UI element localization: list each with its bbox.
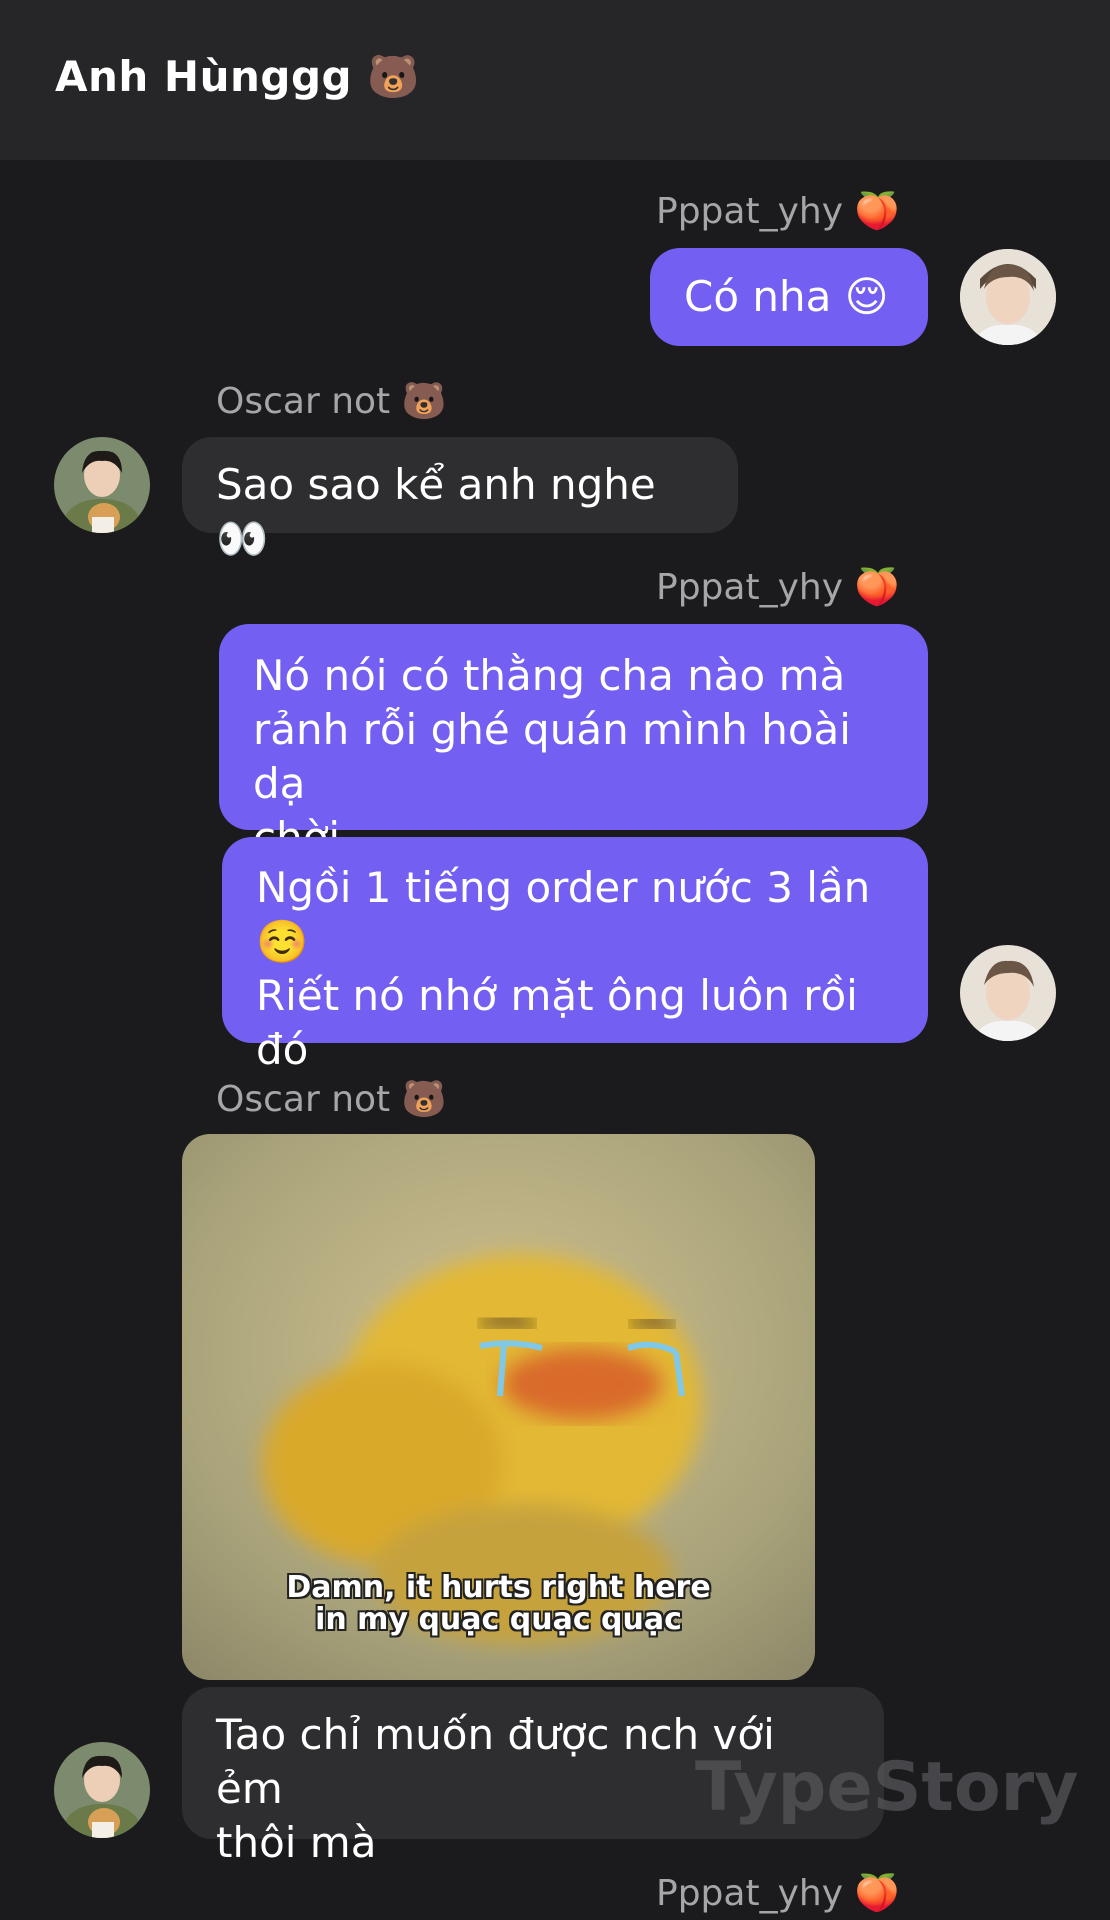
message-text: Ngồi 1 tiếng order nước 3 lần ☺️ Riết nó… bbox=[256, 863, 871, 1074]
message-text: Có nha 😌 bbox=[684, 272, 889, 321]
message-bubble-incoming[interactable]: Sao sao kể anh nghe👀 bbox=[182, 437, 738, 563]
message-bubble-outgoing[interactable]: Có nha 😌 bbox=[650, 248, 928, 346]
my-avatar[interactable] bbox=[960, 945, 1056, 1041]
sender-name-other: Oscar not 🐻 bbox=[216, 1079, 447, 1120]
chat-title[interactable]: Anh Hùnggg 🐻 bbox=[55, 52, 420, 102]
sender-name-me: Pppat_yhy 🍑 bbox=[656, 567, 900, 608]
message-bubble-outgoing[interactable]: Ngồi 1 tiếng order nước 3 lần ☺️ Riết nó… bbox=[222, 837, 928, 1074]
sender-name-me: Pppat_yhy 🍑 bbox=[656, 191, 900, 232]
image-caption: in my quạc quạc quạc bbox=[315, 1602, 682, 1637]
sender-name-other: Oscar not 🐻 bbox=[216, 381, 447, 422]
my-avatar[interactable] bbox=[960, 249, 1056, 345]
message-text: Nó nói có thằng cha nào mà rảnh rỗi ghé … bbox=[253, 651, 851, 862]
sender-name-me: Pppat_yhy 🍑 bbox=[656, 1873, 900, 1914]
contact-avatar[interactable] bbox=[54, 437, 150, 533]
chat-header: Anh Hùnggg 🐻 bbox=[0, 0, 1110, 160]
contact-avatar[interactable] bbox=[54, 1742, 150, 1838]
message-text: Sao sao kể anh nghe👀 bbox=[216, 460, 656, 563]
image-caption: Damn, it hurts right here bbox=[286, 1570, 711, 1605]
duck-meme-image[interactable]: Damn, it hurts right here in my quạc quạ… bbox=[182, 1134, 815, 1680]
watermark: TypeStory bbox=[695, 1748, 1079, 1827]
message-bubble-outgoing[interactable]: Nó nói có thằng cha nào mà rảnh rỗi ghé … bbox=[219, 624, 928, 862]
